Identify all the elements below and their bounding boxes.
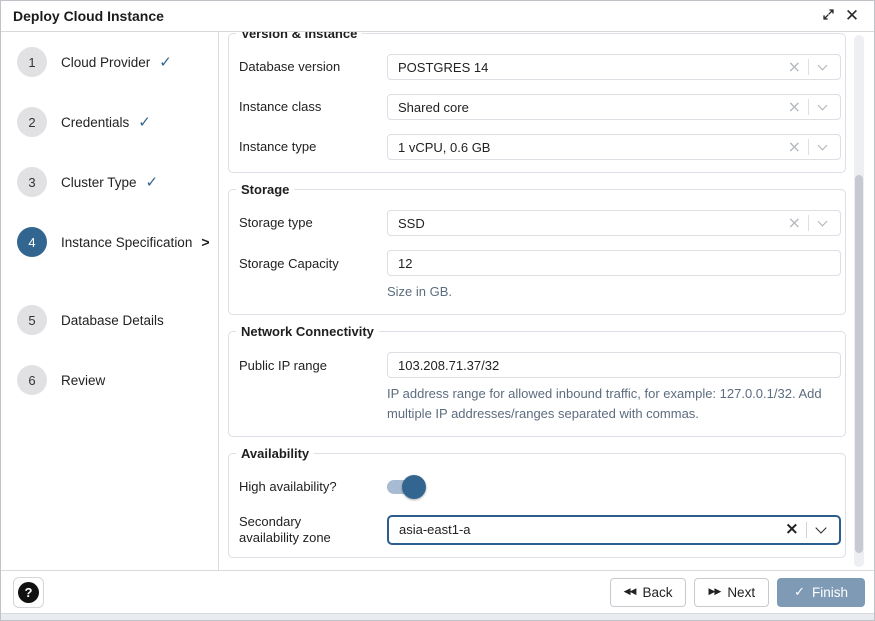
- step-credentials[interactable]: 2 Credentials ✓: [1, 92, 218, 152]
- section-network-connectivity: Network Connectivity Public IP range IP …: [228, 331, 846, 437]
- close-icon: ✕: [845, 8, 859, 25]
- maximize-icon: [822, 8, 835, 24]
- step-cloud-provider[interactable]: 1 Cloud Provider ✓: [1, 32, 218, 92]
- maximize-button[interactable]: [816, 4, 840, 28]
- field-secondary-availability-zone: Secondary availability zone asia-east1-a…: [239, 514, 841, 545]
- clear-icon[interactable]: ×: [781, 139, 808, 155]
- back-icon: ◀◀: [624, 587, 636, 597]
- field-public-ip-range: Public IP range IP address range for all…: [239, 352, 841, 424]
- back-button[interactable]: ◀◀ Back: [610, 578, 687, 607]
- dropdown-chevron-icon[interactable]: [809, 105, 834, 109]
- public-ip-range-helper: IP address range for allowed inbound tra…: [387, 384, 841, 424]
- field-high-availability: High availability?: [239, 474, 841, 500]
- step-number-badge: 4: [17, 227, 47, 257]
- step-cluster-type[interactable]: 3 Cluster Type ✓: [1, 152, 218, 212]
- field-instance-class: Instance class Shared core ×: [239, 94, 841, 120]
- next-button[interactable]: ▶▶ Next: [694, 578, 769, 607]
- scrollbar-track[interactable]: [854, 35, 864, 567]
- storage-type-select[interactable]: SSD ×: [387, 210, 841, 236]
- field-database-version: Database version POSTGRES 14 ×: [239, 54, 841, 80]
- deploy-cloud-instance-dialog: Deploy Cloud Instance ✕ 1 Cloud Provider…: [0, 0, 875, 621]
- next-icon: ▶▶: [708, 587, 720, 597]
- field-storage-type: Storage type SSD ×: [239, 210, 841, 236]
- step-completed-check-icon: ✓: [146, 173, 159, 191]
- clear-icon[interactable]: ×: [781, 59, 808, 75]
- clear-icon[interactable]: ×: [781, 99, 808, 115]
- dialog-title: Deploy Cloud Instance: [13, 8, 816, 24]
- storage-capacity-input[interactable]: [387, 250, 841, 276]
- wizard-steps-sidebar: 1 Cloud Provider ✓ 2 Credentials ✓ 3 Clu…: [1, 32, 219, 570]
- section-storage: Storage Storage type SSD × Storage Capac…: [228, 189, 846, 315]
- clear-icon[interactable]: ×: [778, 521, 806, 538]
- step-number-badge: 1: [17, 47, 47, 77]
- form-scroll-area: Version & Instance Database version POST…: [219, 32, 874, 570]
- dialog-footer: ? ◀◀ Back ▶▶ Next ✓ Finish: [1, 570, 874, 613]
- scrollbar-thumb[interactable]: [855, 175, 863, 553]
- step-completed-check-icon: ✓: [159, 53, 172, 71]
- section-version-instance: Version & Instance Database version POST…: [228, 33, 846, 173]
- storage-capacity-helper: Size in GB.: [387, 282, 841, 302]
- high-availability-toggle[interactable]: [387, 474, 427, 500]
- dropdown-chevron-icon[interactable]: [807, 527, 833, 532]
- section-legend: Availability: [236, 445, 314, 462]
- step-review[interactable]: 6 Review: [1, 350, 218, 410]
- dropdown-chevron-icon[interactable]: [809, 145, 834, 149]
- field-storage-capacity: Storage Capacity Size in GB.: [239, 250, 841, 302]
- secondary-availability-zone-select[interactable]: asia-east1-a ×: [387, 515, 841, 545]
- titlebar: Deploy Cloud Instance ✕: [1, 1, 874, 32]
- step-number-badge: 2: [17, 107, 47, 137]
- dropdown-chevron-icon[interactable]: [809, 65, 834, 69]
- instance-type-select[interactable]: 1 vCPU, 0.6 GB ×: [387, 134, 841, 160]
- public-ip-range-input[interactable]: [387, 352, 841, 378]
- dialog-bottom-edge: [1, 613, 874, 621]
- step-instance-specification[interactable]: 4 Instance Specification >: [1, 212, 218, 272]
- field-instance-type: Instance type 1 vCPU, 0.6 GB ×: [239, 134, 841, 160]
- section-legend: Version & Instance: [236, 32, 362, 42]
- help-icon: ?: [18, 582, 39, 603]
- step-number-badge: 6: [17, 365, 47, 395]
- dropdown-chevron-icon[interactable]: [809, 221, 834, 225]
- finish-button[interactable]: ✓ Finish: [777, 578, 865, 607]
- instance-class-select[interactable]: Shared core ×: [387, 94, 841, 120]
- section-legend: Storage: [236, 181, 294, 198]
- section-availability: Availability High availability? Secondar…: [228, 453, 846, 558]
- step-database-details[interactable]: 5 Database Details: [1, 290, 218, 350]
- section-legend: Network Connectivity: [236, 323, 379, 340]
- step-number-badge: 5: [17, 305, 47, 335]
- close-button[interactable]: ✕: [840, 4, 864, 28]
- clear-icon[interactable]: ×: [781, 215, 808, 231]
- finish-check-icon: ✓: [794, 585, 805, 600]
- help-button[interactable]: ?: [13, 577, 44, 608]
- database-version-select[interactable]: POSTGRES 14 ×: [387, 54, 841, 80]
- active-step-chevron-icon: >: [201, 234, 209, 250]
- step-completed-check-icon: ✓: [138, 113, 151, 131]
- step-number-badge: 3: [17, 167, 47, 197]
